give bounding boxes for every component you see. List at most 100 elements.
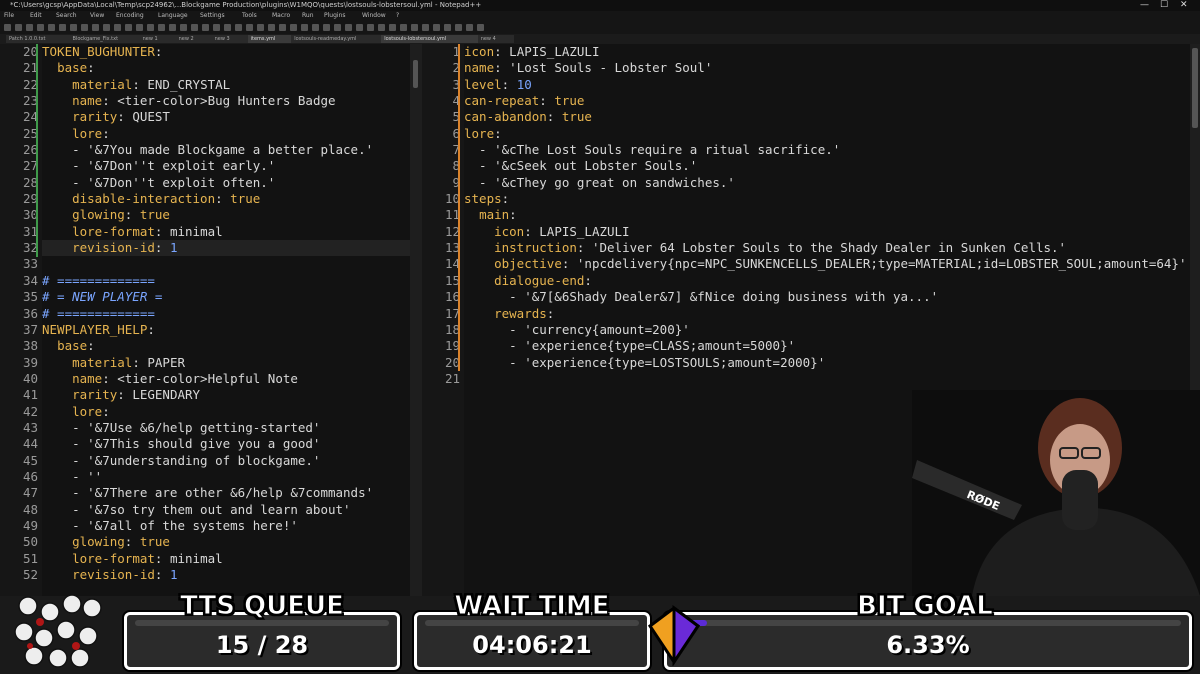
code-line[interactable]: rarity: LEGENDARY [42,387,410,403]
toolbar-icon[interactable] [312,24,319,31]
code-line[interactable]: lore: [464,126,1190,142]
toolbar-icon[interactable] [81,24,88,31]
toolbar-icon[interactable] [103,24,110,31]
toolbar-icon[interactable] [345,24,352,31]
toolbar-icon[interactable] [235,24,242,31]
toolbar-icon[interactable] [202,24,209,31]
tab-2[interactable]: new 1 [139,35,176,43]
code-line[interactable]: - '&7You made Blockgame a better place.' [42,142,410,158]
code-line[interactable]: lore: [42,126,410,142]
toolbar-icon[interactable] [213,24,220,31]
toolbar-icon[interactable] [444,24,451,31]
menu-item-1[interactable]: Edit [30,12,42,19]
menu-item-4[interactable]: Encoding [116,12,144,19]
code-line[interactable]: - '&cSeek out Lobster Souls.' [464,158,1190,174]
toolbar-icon[interactable] [92,24,99,31]
code-line[interactable]: - '&7Use &6/help getting-started' [42,420,410,436]
toolbar-icon[interactable] [191,24,198,31]
toolbar-icon[interactable] [268,24,275,31]
menu-item-3[interactable]: View [90,12,104,19]
toolbar-icon[interactable] [246,24,253,31]
toolbar-icon[interactable] [400,24,407,31]
toolbar-icon[interactable] [26,24,33,31]
toolbar-icon[interactable] [70,24,77,31]
tab-4[interactable]: new 3 [211,35,248,43]
code-line[interactable]: - '&7Don''t exploit early.' [42,158,410,174]
code-line[interactable]: - '&7all of the systems here!' [42,518,410,534]
toolbar-icon[interactable] [169,24,176,31]
tab-3[interactable]: new 2 [175,35,212,43]
menu-item-11[interactable]: Window [362,12,386,19]
code-line[interactable]: level: 10 [464,77,1190,93]
toolbar-icon[interactable] [422,24,429,31]
code-line[interactable]: material: PAPER [42,355,410,371]
code-line[interactable]: - '&7There are other &6/help &7commands' [42,485,410,501]
toolbar-icon[interactable] [180,24,187,31]
code-line[interactable]: objective: 'npcdelivery{npc=NPC_SUNKENCE… [464,256,1190,272]
code-line[interactable]: material: END_CRYSTAL [42,77,410,93]
code-line[interactable]: # ============= [42,273,410,289]
code-line[interactable]: can-abandon: true [464,109,1190,125]
minimize-button[interactable]: — [1140,0,1149,11]
toolbar-icon[interactable] [466,24,473,31]
toolbar-icon[interactable] [4,24,11,31]
code-line[interactable]: - '' [42,469,410,485]
code-line[interactable]: name: <tier-color>Helpful Note [42,371,410,387]
code-line[interactable]: glowing: true [42,207,410,223]
code-line[interactable]: - 'currency{amount=200}' [464,322,1190,338]
right-scrollbar-thumb[interactable] [1192,48,1198,128]
menu-item-12[interactable]: ? [396,12,399,19]
tab-1[interactable]: Blockgame_Fix.txt [69,35,140,43]
code-line[interactable]: # = NEW PLAYER = [42,289,410,305]
menu-item-5[interactable]: Language [158,12,188,19]
code-line[interactable]: main: [464,207,1190,223]
left-editor-pane[interactable]: 20 21 22 23 24 25 26 27 28 29 30 31 32 33 34 35 36 37 38 39… [0,44,410,596]
toolbar-icon[interactable] [301,24,308,31]
toolbar-icon[interactable] [367,24,374,31]
code-line[interactable] [42,256,410,272]
toolbar-icon[interactable] [59,24,66,31]
menu-item-10[interactable]: Plugins [324,12,346,19]
toolbar-icon[interactable] [147,24,154,31]
menu-item-7[interactable]: Tools [242,12,257,19]
code-line[interactable]: - '&cThey go great on sandwiches.' [464,175,1190,191]
left-scrollbar[interactable] [410,44,422,596]
code-line[interactable]: disable-interaction: true [42,191,410,207]
left-scrollbar-thumb[interactable] [413,60,418,88]
code-area[interactable]: icon: LAPIS_LAZULI name: 'Lost Souls - Lo… [464,44,1190,387]
menu-item-9[interactable]: Run [302,12,314,19]
toolbar-icon[interactable] [158,24,165,31]
code-line[interactable]: - '&7understanding of blockgame.' [42,453,410,469]
code-line[interactable]: NEWPLAYER_HELP: [42,322,410,338]
toolbar-icon[interactable] [389,24,396,31]
code-line[interactable]: revision-id: 1 [42,240,410,257]
code-line[interactable]: TOKEN_BUGHUNTER: [42,44,410,60]
toolbar-icon[interactable] [378,24,385,31]
code-line[interactable]: name: 'Lost Souls - Lobster Soul' [464,60,1190,76]
code-line[interactable]: - '&7[&6Shady Dealer&7] &fNice doing bus… [464,289,1190,305]
code-area[interactable]: TOKEN_BUGHUNTER: base: material: END_CRY… [42,44,410,583]
code-line[interactable]: lore: [42,404,410,420]
toolbar-icon[interactable] [334,24,341,31]
code-line[interactable] [464,371,1190,387]
code-line[interactable]: # ============= [42,306,410,322]
toolbar-icon[interactable] [37,24,44,31]
toolbar-icon[interactable] [477,24,484,31]
code-line[interactable]: lore-format: minimal [42,224,410,240]
code-line[interactable]: - '&7so try them out and learn about' [42,502,410,518]
tab-7[interactable]: lostsouls-lobstersoul.yml [381,35,478,43]
code-line[interactable]: base: [42,60,410,76]
code-line[interactable]: rewards: [464,306,1190,322]
close-button[interactable]: ✕ [1180,0,1188,11]
toolbar-icon[interactable] [15,24,22,31]
toolbar-icon[interactable] [411,24,418,31]
code-line[interactable]: dialogue-end: [464,273,1190,289]
code-line[interactable]: - '&7This should give you a good' [42,436,410,452]
code-line[interactable]: lore-format: minimal [42,551,410,567]
code-line[interactable]: instruction: 'Deliver 64 Lobster Souls t… [464,240,1190,256]
menu-item-0[interactable]: File [4,12,14,19]
tab-6[interactable]: lostsouls-readmeday.yml [291,35,382,43]
toolbar-icon[interactable] [356,24,363,31]
toolbar-icon[interactable] [290,24,297,31]
toolbar-icon[interactable] [323,24,330,31]
